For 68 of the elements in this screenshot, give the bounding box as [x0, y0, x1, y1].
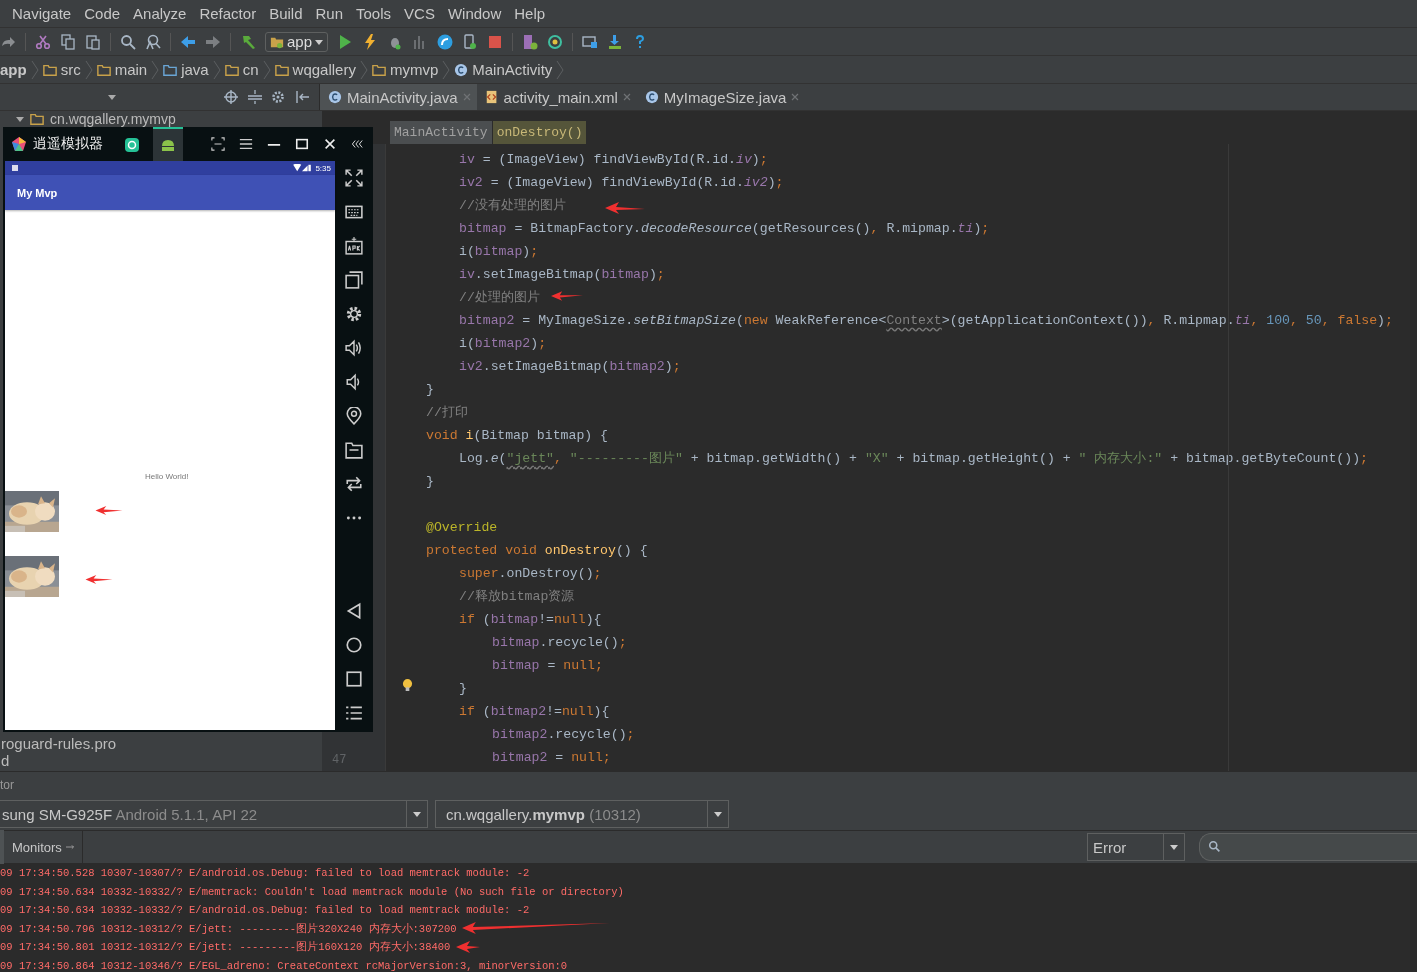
monitors-tab[interactable]: Monitors: [4, 831, 83, 863]
breadcrumb-item[interactable]: MainActivity: [390, 121, 492, 144]
code-line: void i(Bitmap bitmap) {: [426, 428, 609, 443]
status-time: 5:35: [315, 163, 331, 173]
code-line: iv2 = (ImageView) findViewById(R.id.iv2);: [459, 175, 784, 190]
device-dropdown[interactable]: sung SM-G925F Android 5.1.1, API 22: [0, 800, 428, 828]
code-line: if (bitmap2!=null){: [459, 704, 610, 719]
code-line: //打印: [426, 405, 468, 420]
menu-item[interactable]: Run: [307, 5, 349, 22]
editor-tab[interactable]: MainActivity.java: [320, 84, 477, 110]
breadcrumb-item[interactable]: MainActivity: [450, 61, 557, 78]
log-line: 09 17:34:50.634 10332-10332/? E/android.os.Debug: failed to load memtrack module: -2: [0, 904, 530, 916]
code-line: protected void onDestroy() {: [426, 543, 648, 558]
menu-item[interactable]: Analyze: [125, 5, 192, 22]
code-line: if (bitmap!=null){: [459, 612, 602, 627]
code-line: bitmap = null;: [492, 658, 603, 673]
editor-tab[interactable]: activity_main.xml: [476, 84, 637, 110]
run-config-dropdown[interactable]: app: [265, 31, 329, 52]
code-line: }: [426, 382, 434, 397]
code-line: super.onDestroy();: [459, 566, 602, 581]
breadcrumb-item[interactable]: app: [0, 61, 31, 78]
code-line: }: [426, 474, 434, 489]
breadcrumb-item[interactable]: wqgallery: [270, 61, 360, 78]
code-line: i(bitmap);: [459, 244, 539, 259]
breadcrumb-item[interactable]: java: [159, 61, 213, 78]
breadcrumb-item[interactable]: mymvp: [367, 61, 443, 78]
code-line: iv = (ImageView) findViewById(R.id.iv);: [459, 152, 768, 167]
menu-item[interactable]: Code: [76, 5, 126, 22]
code-line: }: [459, 681, 467, 696]
tree-item[interactable]: cn.wqgallery.mymvp: [0, 111, 176, 127]
editor-tab[interactable]: MyImageSize.java: [636, 84, 806, 110]
menu-item[interactable]: Window: [439, 5, 507, 22]
code-line: //没有处理的图片: [459, 198, 566, 213]
process-dropdown[interactable]: cn.wqgallery.mymvp (10312): [435, 800, 729, 828]
log-line: 09 17:34:50.796 10312-10312/? E/jett: ---------图片320X240 内存大小:307200: [0, 922, 457, 935]
menu-item[interactable]: VCS: [396, 5, 440, 22]
log-line: 09 17:34:50.634 10332-10332/? E/memtrack: Couldn't load memtrack module (No such file or directory): [0, 885, 624, 898]
code-line: bitmap.recycle();: [492, 635, 627, 650]
log-line: 09 17:34:50.864 10312-10346/? E/EGL_adreno: CreateContext rcMajorVersion:3, minorVersion:0: [0, 959, 568, 972]
code-line: bitmap2.recycle();: [492, 727, 635, 742]
code-line: iv.setImageBitmap(bitmap);: [459, 267, 665, 282]
breadcrumb-item[interactable]: cn: [220, 61, 263, 78]
log-line: 09 17:34:50.801 10312-10312/? E/jett: ---------图片160X120 内存大小:38400: [0, 941, 451, 953]
menu-item[interactable]: Tools: [348, 5, 397, 22]
menu-item[interactable]: Refactor: [191, 5, 262, 22]
tree-item[interactable]: d: [0, 752, 10, 769]
code-line: Log.e("jett", "---------图片" + bitmap.getWidth() + "X" + bitmap.getHeight() + " 内存大小:" + bitmap.getByteCount());: [459, 451, 1369, 466]
breadcrumb-item[interactable]: src: [38, 61, 85, 78]
panel-title: tor: [0, 778, 14, 792]
menu-item[interactable]: Build: [261, 5, 308, 22]
app-title: My Mvp: [17, 186, 58, 199]
breadcrumb-item[interactable]: onDestroy(): [492, 121, 587, 144]
code-line: @Override: [426, 520, 498, 535]
breadcrumb-item[interactable]: main: [92, 61, 152, 78]
tree-item[interactable]: roguard-rules.pro: [0, 735, 117, 752]
menu-item[interactable]: Navigate: [0, 5, 77, 22]
hello-text: Hello World!: [145, 472, 189, 481]
code-line: bitmap2 = null;: [492, 750, 611, 765]
code-line: //处理的图片: [459, 290, 540, 305]
log-level-dropdown[interactable]: Error: [1087, 833, 1185, 861]
menu-item[interactable]: Help: [506, 5, 551, 22]
code-line: iv2.setImageBitmap(bitmap2);: [459, 359, 681, 374]
emulator-title: 逍遥模拟器: [33, 135, 103, 153]
code-line: bitmap2 = MyImageSize.setBitmapSize(new WeakReference<Context>(getApplicationContext()), R.mipmap.ti, 100, 50, false);: [459, 313, 1393, 328]
log-line: 09 17:34:50.528 10307-10307/? E/android.os.Debug: failed to load memtrack module: -2: [0, 867, 530, 879]
code-line: bitmap = BitmapFactory.decodeResource(getResources(), R.mipmap.ti);: [459, 221, 990, 236]
code-line: //释放bitmap资源: [459, 589, 575, 604]
code-line: i(bitmap2);: [459, 336, 547, 351]
